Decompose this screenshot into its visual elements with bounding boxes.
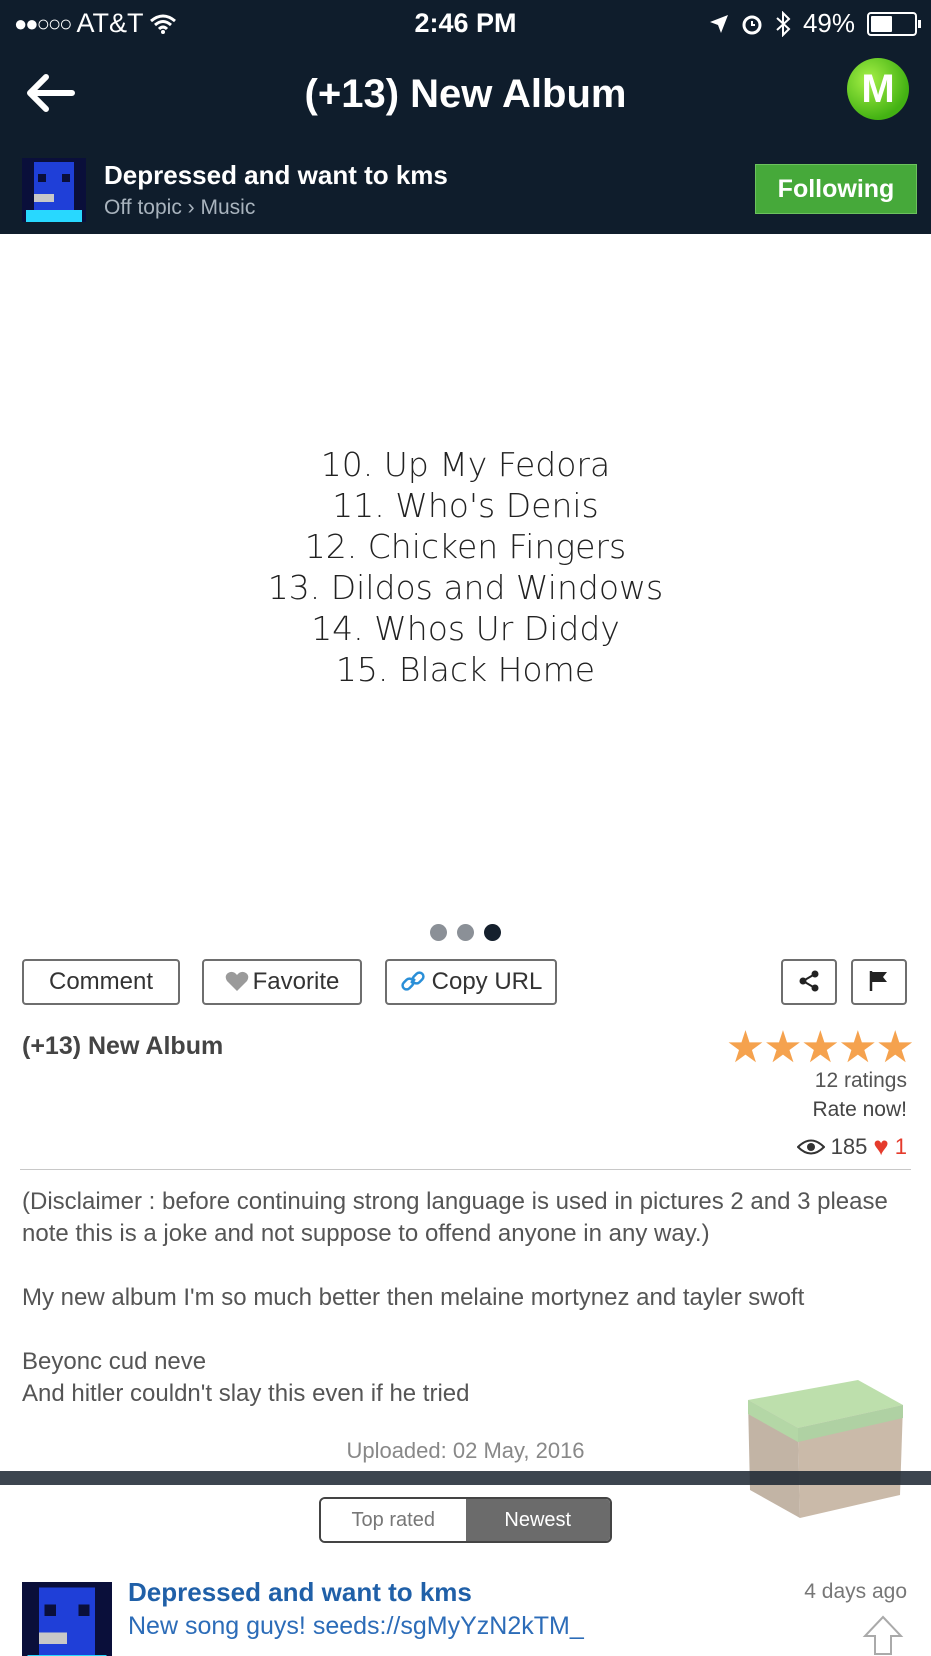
eye-icon [796, 1139, 825, 1154]
bluetooth-icon [776, 10, 791, 37]
description-paragraph: (Disclaimer : before continuing strong l… [22, 1188, 888, 1247]
app-logo[interactable]: M [847, 58, 909, 120]
status-right: 49% [709, 8, 921, 39]
share-button[interactable] [781, 959, 837, 1005]
post-image[interactable]: 10. Up My Fedora 11. Who's Denis 12. Chi… [0, 234, 931, 914]
star-icon[interactable]: ★ [876, 1023, 915, 1072]
channel-avatar[interactable] [22, 158, 86, 222]
track-item: 10. Up My Fedora [320, 445, 611, 484]
tab-top-rated[interactable]: Top rated [321, 1499, 466, 1541]
nav-bar: (+13) New Album M [0, 46, 931, 146]
upload-date: Uploaded: 02 May, 2016 [346, 1438, 585, 1463]
track-item: 11. Who's Denis [332, 486, 599, 525]
ratings-count: 12 ratings [814, 1069, 907, 1092]
comment-text[interactable]: New song guys! seeds://sgMyYzN2kTM_ [128, 1612, 584, 1641]
favorite-button[interactable]: Favorite [202, 959, 362, 1005]
comment-button[interactable]: Comment [22, 959, 180, 1005]
heart-icon [225, 971, 248, 991]
channel-bar: Depressed and want to kms Off topic › Mu… [0, 146, 931, 234]
favorite-label: Favorite [252, 968, 340, 995]
star-icon[interactable]: ★ [726, 1023, 765, 1072]
page-indicator[interactable] [0, 924, 931, 946]
heart-icon: ♥ [873, 1131, 889, 1161]
link-icon [400, 971, 425, 991]
channel-breadcrumb[interactable]: Off topic › Music [104, 196, 255, 220]
battery-icon [867, 11, 921, 36]
section-separator [0, 1471, 931, 1485]
star-icon[interactable]: ★ [838, 1023, 877, 1072]
battery-percent: 49% [802, 8, 855, 38]
page-title: (+13) New Album [304, 72, 627, 116]
tab-newest[interactable]: Newest [465, 1499, 610, 1541]
rate-now-link[interactable]: Rate now! [812, 1098, 907, 1122]
track-item: 12. Chicken Fingers [304, 527, 627, 566]
track-item: 14. Whos Ur Diddy [311, 609, 620, 648]
page-dot[interactable] [430, 924, 447, 941]
alarm-icon [742, 15, 762, 34]
like-count: 1 [894, 1133, 907, 1159]
track-item: 13. Dildos and Windows [267, 568, 664, 607]
star-rating[interactable]: ★★★★★ [726, 1023, 915, 1072]
star-icon[interactable]: ★ [801, 1023, 840, 1072]
comment-time: 4 days ago [804, 1580, 907, 1603]
channel-name[interactable]: Depressed and want to kms [104, 160, 448, 191]
status-bar: ●●○○○ AT&T 2:46 PM 49% [0, 0, 931, 46]
copy-url-button[interactable]: Copy URL [385, 959, 557, 1005]
share-icon [799, 970, 819, 992]
track-list: 10. Up My Fedora 11. Who's Denis 12. Chi… [0, 444, 931, 690]
following-button[interactable]: Following [755, 164, 917, 214]
copy-url-label: Copy URL [431, 968, 543, 995]
comment-avatar[interactable] [22, 1582, 112, 1656]
flag-icon [869, 971, 887, 991]
report-button[interactable] [851, 959, 907, 1005]
track-item: 15. Black Home [335, 650, 596, 689]
divider [20, 1169, 911, 1170]
sort-toggle[interactable]: Top rated Newest [319, 1497, 612, 1543]
page-dot[interactable] [457, 924, 474, 941]
post-title: (+13) New Album [22, 1032, 224, 1060]
page-dot-active[interactable] [484, 924, 501, 941]
comment-author[interactable]: Depressed and want to kms [128, 1577, 472, 1608]
description-paragraph: My new album I'm so much better then mel… [22, 1284, 805, 1311]
location-arrow-icon [709, 14, 728, 33]
post-stats: 185 ♥ 1 [796, 1131, 907, 1162]
star-icon[interactable]: ★ [763, 1023, 802, 1072]
view-count: 185 [830, 1133, 868, 1159]
upvote-arrow-icon[interactable] [861, 1614, 905, 1656]
